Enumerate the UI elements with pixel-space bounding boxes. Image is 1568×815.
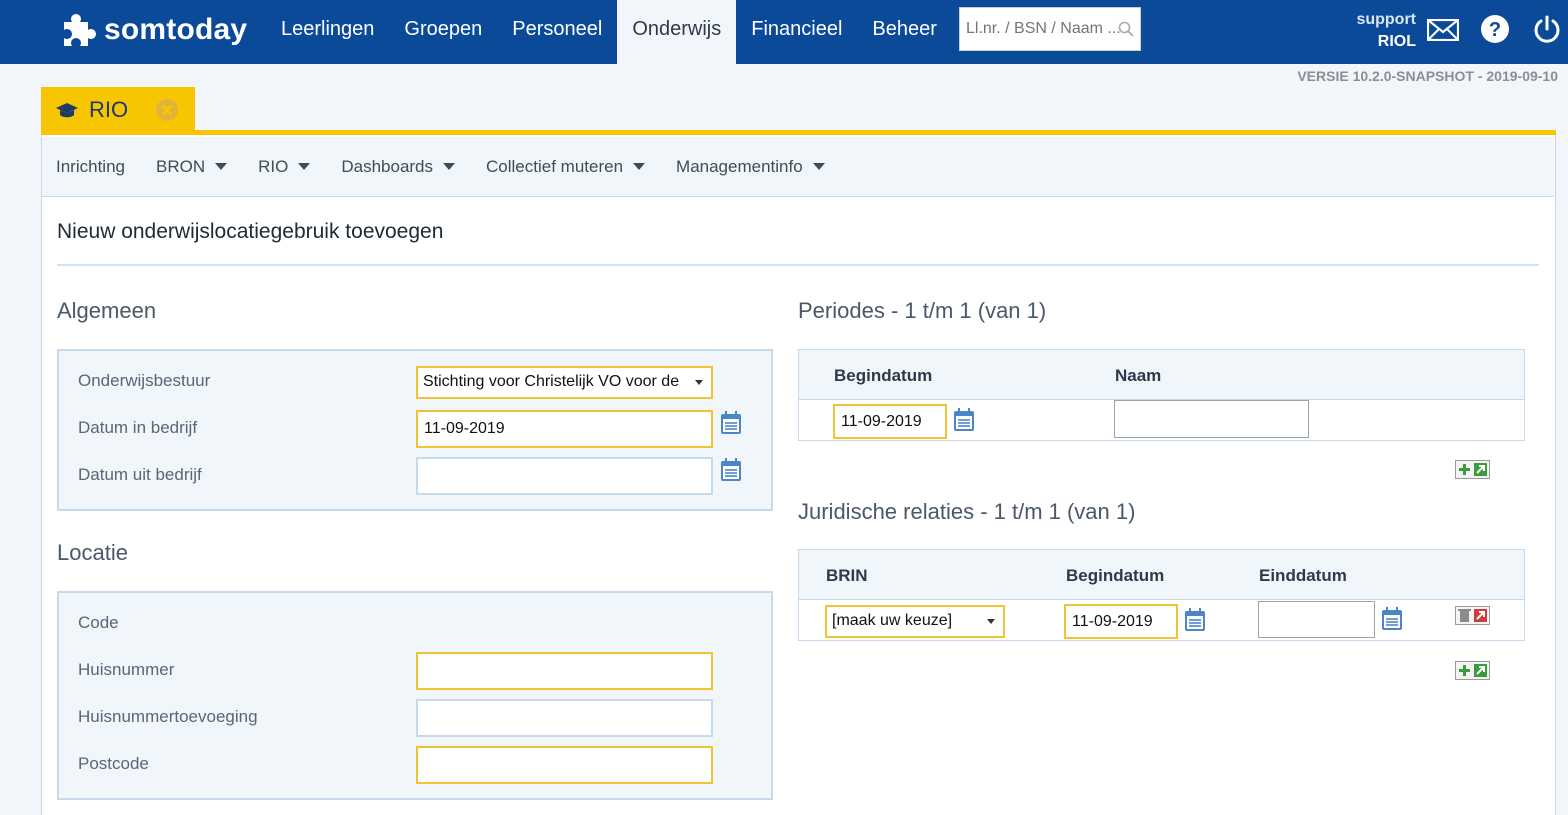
student-search bbox=[959, 7, 1141, 51]
add-row-icon[interactable] bbox=[1455, 661, 1490, 680]
huisnummer-label: Huisnummer bbox=[78, 660, 175, 679]
chevron-down-icon bbox=[633, 163, 646, 170]
nav-leerlingen[interactable]: Leerlingen bbox=[266, 0, 389, 64]
select-caret-icon bbox=[695, 380, 703, 385]
relatie-einddatum-field bbox=[1258, 601, 1375, 638]
subnav-inrichting[interactable]: Inrichting bbox=[56, 157, 125, 177]
subnav-bron[interactable]: BRON bbox=[155, 156, 228, 177]
brin-select[interactable]: [maak uw keuze] bbox=[825, 605, 1005, 638]
svg-text:?: ? bbox=[1489, 19, 1501, 41]
periode-begindatum-input[interactable] bbox=[835, 406, 945, 437]
chevron-down-icon bbox=[298, 163, 311, 170]
delete-row-icon[interactable] bbox=[1455, 606, 1490, 625]
subnav-collectief-muteren[interactable]: Collectief muteren bbox=[486, 156, 646, 177]
datum-uit-bedrijf-field bbox=[416, 457, 713, 495]
subnav-label: Managementinfo bbox=[676, 156, 803, 176]
onderwijsbestuur-select[interactable]: Stichting voor Christelijk VO voor de bbox=[416, 366, 713, 399]
calendar-icon[interactable] bbox=[953, 408, 975, 432]
periode-naam-field bbox=[1114, 400, 1309, 438]
subnav-label: RIO bbox=[258, 156, 289, 176]
search-input[interactable] bbox=[960, 8, 1140, 50]
postcode-field bbox=[416, 746, 713, 784]
section-heading-juridische-relaties: Juridische relaties - 1 t/m 1 (van 1) bbox=[798, 499, 1136, 524]
search-icon[interactable] bbox=[1118, 21, 1134, 37]
sub-navigation: Inrichting BRON RIO Dashboards Collectie… bbox=[42, 137, 1554, 197]
select-value: Stichting voor Christelijk VO voor de bbox=[423, 373, 680, 390]
huisnummertoevoeging-input[interactable] bbox=[418, 701, 711, 735]
calendar-icon[interactable] bbox=[720, 458, 742, 482]
section-heading-locatie: Locatie bbox=[57, 540, 128, 565]
column-header-naam: Naam bbox=[1115, 366, 1162, 385]
column-header-brin: BRIN bbox=[826, 566, 868, 585]
periode-begindatum-field bbox=[833, 404, 947, 439]
main-nav: Leerlingen Groepen Personeel Onderwijs F… bbox=[266, 0, 952, 64]
select-value: [maak uw keuze] bbox=[832, 612, 953, 629]
code-label: Code bbox=[78, 613, 119, 632]
title-divider bbox=[57, 264, 1539, 266]
close-tab-icon[interactable] bbox=[155, 98, 179, 122]
chevron-down-icon bbox=[812, 163, 825, 170]
subnav-rio[interactable]: RIO bbox=[258, 156, 311, 177]
section-heading-algemeen: Algemeen bbox=[57, 298, 157, 323]
calendar-icon[interactable] bbox=[720, 411, 742, 435]
calendar-icon[interactable] bbox=[1184, 608, 1206, 632]
relatie-begindatum-input[interactable] bbox=[1066, 606, 1176, 637]
column-header-begindatum: Begindatum bbox=[1066, 566, 1165, 585]
user-account[interactable]: support RIOL bbox=[1356, 9, 1416, 53]
subnav-managementinfo[interactable]: Managementinfo bbox=[676, 157, 825, 177]
datum-in-bedrijf-input[interactable] bbox=[418, 412, 711, 446]
subnav-label: Collectief muteren bbox=[486, 156, 624, 176]
huisnummer-field bbox=[416, 652, 713, 690]
datum-uit-bedrijf-label: Datum uit bedrijf bbox=[78, 465, 202, 484]
help-icon[interactable]: ? bbox=[1480, 14, 1510, 44]
subnav-dashboards[interactable]: Dashboards bbox=[341, 156, 456, 177]
brand-name: somtoday bbox=[104, 13, 248, 46]
subnav-label: Inrichting bbox=[56, 156, 125, 176]
chevron-down-icon bbox=[215, 163, 228, 170]
calendar-icon[interactable] bbox=[1381, 607, 1403, 631]
section-heading-periodes: Periodes - 1 t/m 1 (van 1) bbox=[798, 298, 1047, 323]
postcode-label: Postcode bbox=[78, 754, 149, 773]
tab-label: RIO bbox=[89, 96, 129, 122]
chevron-down-icon bbox=[443, 163, 456, 170]
datum-in-bedrijf-field bbox=[416, 410, 713, 448]
nav-personeel[interactable]: Personeel bbox=[497, 0, 617, 64]
relatie-einddatum-input[interactable] bbox=[1259, 602, 1374, 637]
nav-onderwijs[interactable]: Onderwijs bbox=[617, 0, 737, 64]
huisnummertoevoeging-field bbox=[416, 699, 713, 737]
user-name: support bbox=[1356, 11, 1416, 28]
add-row-icon[interactable] bbox=[1455, 460, 1490, 479]
relatie-begindatum-field bbox=[1064, 604, 1178, 639]
periode-naam-input[interactable] bbox=[1115, 401, 1308, 437]
subnav-label: BRON bbox=[155, 156, 206, 176]
graduation-cap-icon bbox=[56, 102, 78, 117]
puzzle-logo-icon bbox=[64, 14, 96, 47]
nav-beheer[interactable]: Beheer bbox=[857, 0, 952, 64]
huisnummertoevoeging-label: Huisnummertoevoeging bbox=[78, 707, 258, 726]
column-header-begindatum: Begindatum bbox=[834, 366, 933, 385]
page-title: Nieuw onderwijslocatiegebruik toevoegen bbox=[57, 220, 444, 243]
top-navigation-bar: somtoday Leerlingen Groepen Personeel On… bbox=[0, 0, 1568, 64]
postcode-input[interactable] bbox=[418, 748, 711, 782]
table-header: BRIN Begindatum Einddatum bbox=[799, 550, 1524, 600]
nav-groepen[interactable]: Groepen bbox=[389, 0, 497, 64]
somtoday-logo[interactable]: somtoday bbox=[56, 10, 247, 50]
datum-in-bedrijf-label: Datum in bedrijf bbox=[78, 418, 198, 437]
user-org: RIOL bbox=[1377, 33, 1416, 50]
subnav-label: Dashboards bbox=[341, 156, 434, 176]
table-header: Begindatum Naam bbox=[799, 350, 1524, 400]
huisnummer-input[interactable] bbox=[418, 654, 711, 688]
datum-uit-bedrijf-input[interactable] bbox=[418, 459, 711, 493]
tab-rio[interactable]: RIO bbox=[41, 87, 195, 132]
power-icon[interactable] bbox=[1532, 14, 1562, 44]
version-label: VERSIE 10.2.0-SNAPSHOT - 2019-09-10 bbox=[1297, 68, 1558, 84]
mail-icon[interactable] bbox=[1427, 19, 1459, 41]
select-caret-icon bbox=[987, 619, 995, 624]
column-header-einddatum: Einddatum bbox=[1259, 566, 1347, 585]
nav-financieel[interactable]: Financieel bbox=[736, 0, 857, 64]
onderwijsbestuur-label: Onderwijsbestuur bbox=[78, 371, 211, 390]
